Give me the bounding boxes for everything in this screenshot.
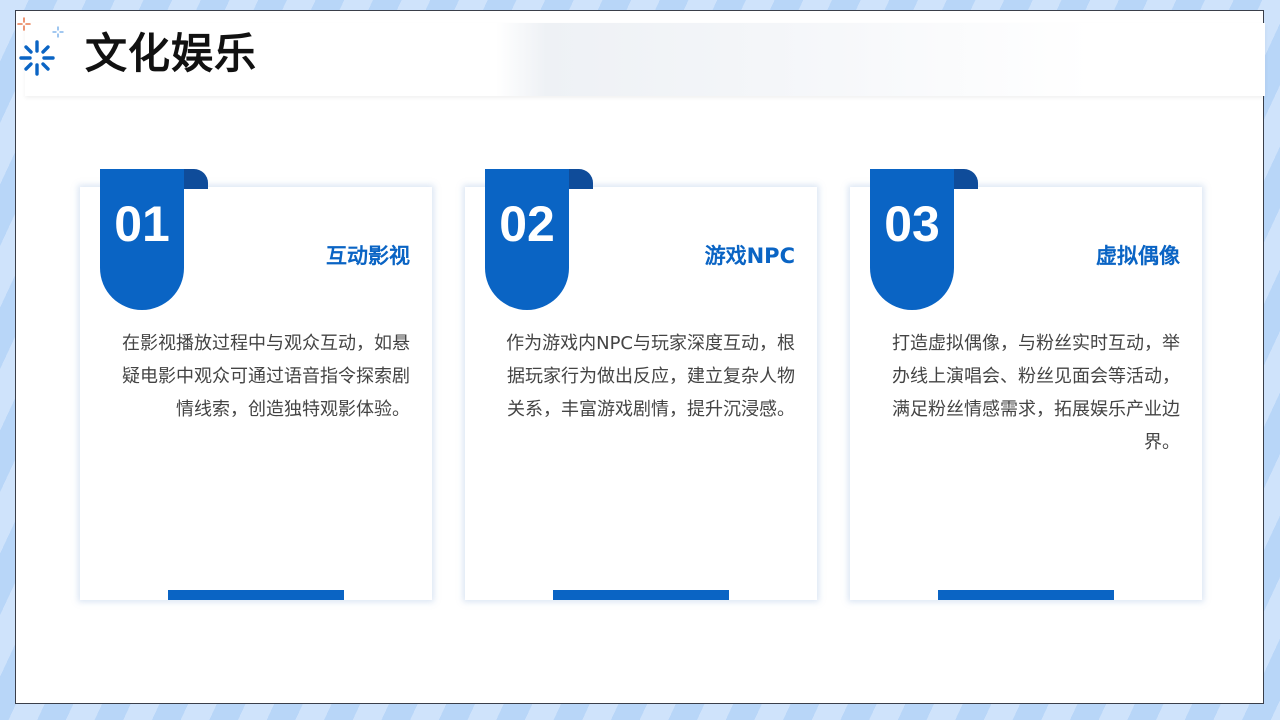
card-accent-bar bbox=[168, 590, 344, 600]
card-virtual-idol: 03 虚拟偶像 打造虚拟偶像，与粉丝实时互动，举办线上演唱会、粉丝见面会等活动，… bbox=[850, 169, 1202, 600]
card-description: 打造虚拟偶像，与粉丝实时互动，举办线上演唱会、粉丝见面会等活动，满足粉丝情感需求… bbox=[892, 333, 1180, 453]
number-ribbon: 01 bbox=[100, 169, 184, 310]
card-description: 作为游戏内NPC与玩家深度互动，根据玩家行为做出反应，建立复杂人物关系，丰富游戏… bbox=[506, 333, 795, 420]
card-title: 游戏NPC bbox=[704, 244, 795, 268]
number-ribbon: 02 bbox=[485, 169, 569, 310]
sparkle-icon bbox=[17, 17, 64, 76]
card-accent-bar bbox=[938, 590, 1114, 600]
card-number: 02 bbox=[499, 196, 555, 252]
card-accent-bar bbox=[553, 590, 729, 600]
card-game-npc: 02 游戏NPC 作为游戏内NPC与玩家深度互动，根据玩家行为做出反应，建立复杂… bbox=[465, 169, 817, 600]
card-number: 01 bbox=[114, 196, 170, 252]
card-interactive-film: 01 互动影视 在影视播放过程中与观众互动，如悬疑电影中观众可通过语音指令探索剧… bbox=[80, 169, 432, 600]
number-ribbon: 03 bbox=[870, 169, 954, 310]
card-title: 互动影视 bbox=[326, 244, 410, 268]
card-description: 在影视播放过程中与观众互动，如悬疑电影中观众可通过语音指令探索剧情线索，创造独特… bbox=[122, 333, 410, 420]
page-title: 文化娱乐 bbox=[85, 29, 258, 78]
card-number: 03 bbox=[884, 196, 940, 252]
card-title: 虚拟偶像 bbox=[1096, 244, 1180, 268]
